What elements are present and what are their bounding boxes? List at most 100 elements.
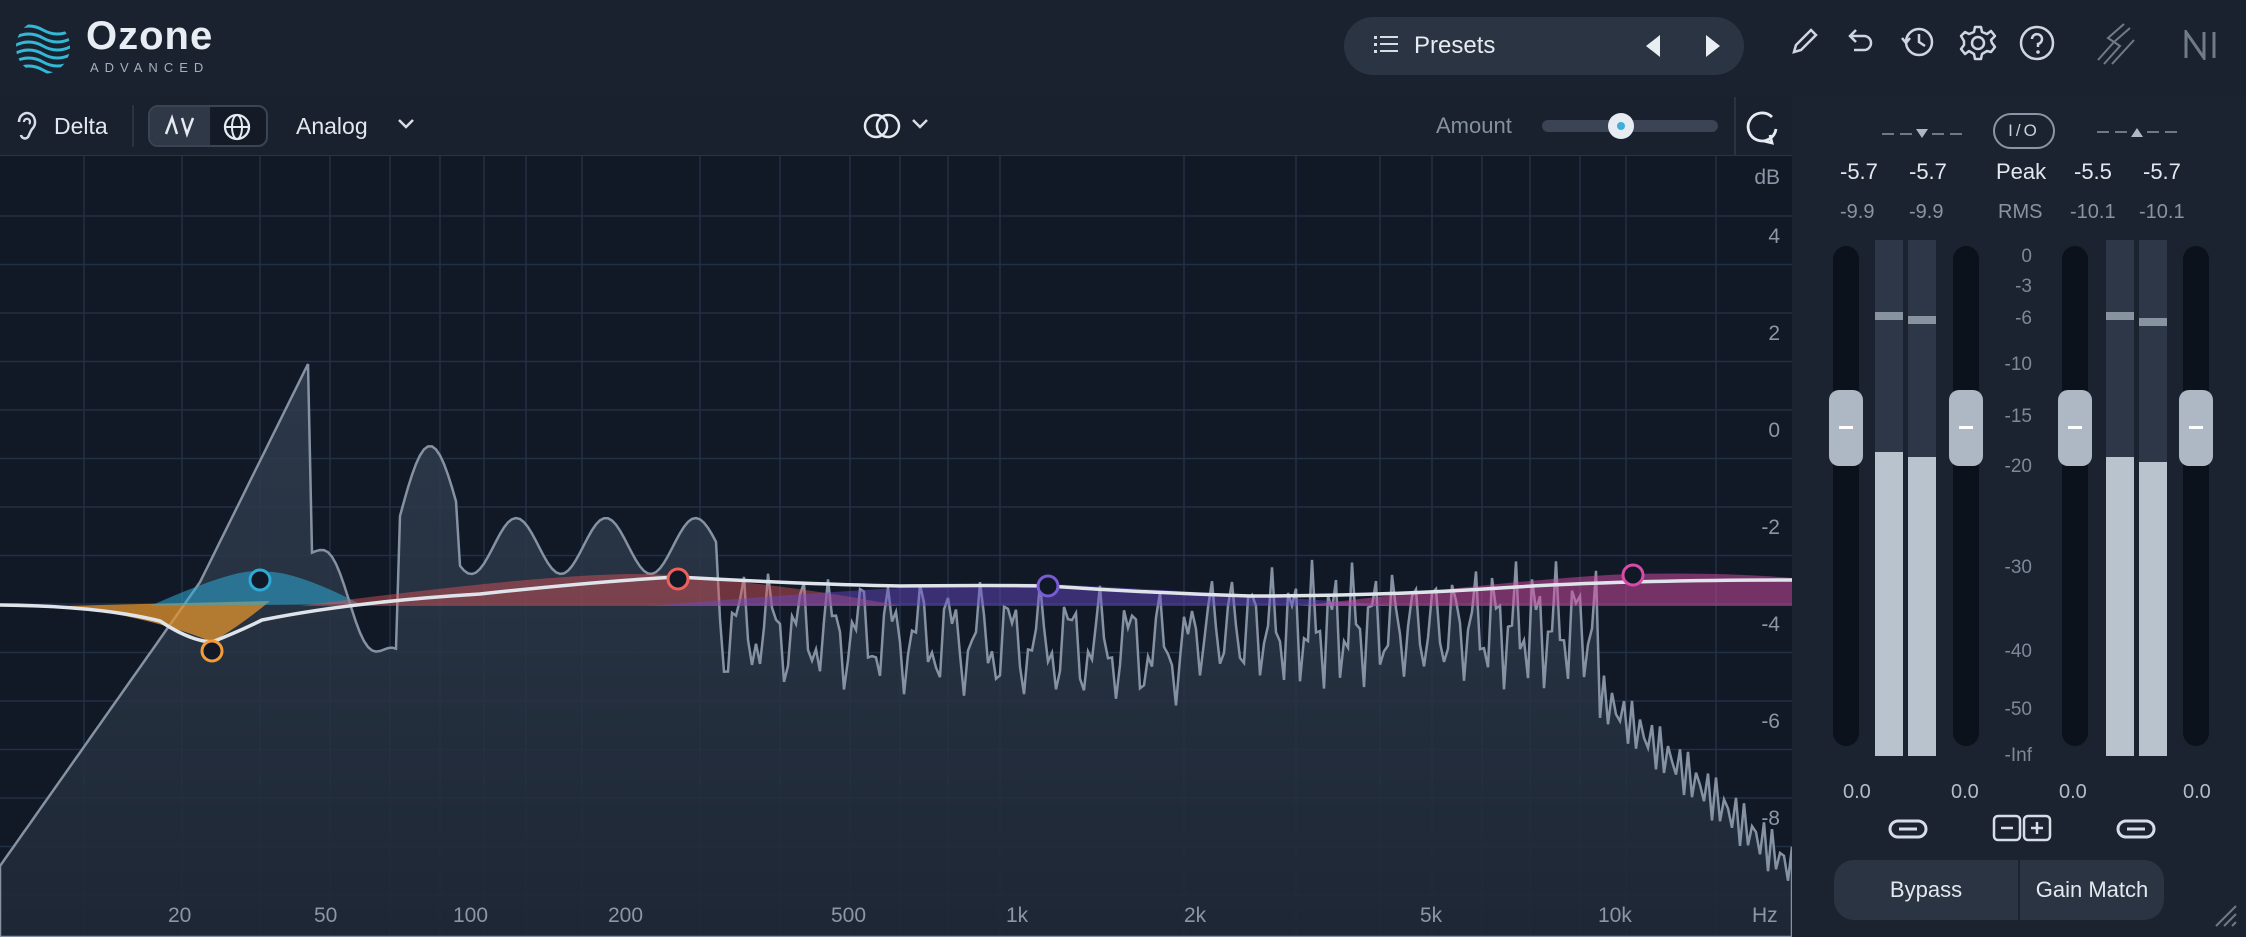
history-icon[interactable] [1900, 24, 1936, 60]
input-peak-right: -5.7 [1909, 159, 1947, 184]
output-level-meter-left [2106, 240, 2134, 756]
output-level-meter-right [2139, 240, 2167, 756]
offset-stepper-icon[interactable] [1992, 814, 2052, 842]
input-level-fill-left [1875, 451, 1903, 756]
io-button[interactable]: I/O [1993, 113, 2055, 149]
eq-node-band-1[interactable] [200, 639, 224, 663]
help-icon[interactable] [2018, 24, 2056, 62]
input-level-fill-right [1908, 456, 1936, 756]
meter-scale-tick: -15 [2004, 406, 2032, 427]
footer-buttons: Bypass Gain Match [1834, 860, 2164, 920]
eq-node-band-2[interactable] [248, 568, 272, 592]
stereo-link-icon[interactable] [862, 111, 904, 141]
eq-curve-mode[interactable] [150, 107, 210, 145]
freq-tick: 1k [1006, 904, 1029, 927]
meter-scale-tick: -40 [2004, 641, 2032, 662]
db-tick: -2 [1761, 516, 1780, 539]
output-rms-left: -10.1 [2070, 201, 2116, 223]
chevron-down-icon[interactable] [910, 117, 930, 131]
presets-bar[interactable]: Presets [1344, 17, 1744, 75]
izotope-logo-icon [2097, 23, 2135, 65]
output-peak-hold-left [2106, 312, 2134, 320]
module-toolbar: Delta Analog Amount [0, 97, 1792, 156]
spectrum-analyzer [0, 363, 1792, 937]
output-gain-fader-right[interactable] [2183, 246, 2209, 746]
db-tick: 0 [1768, 419, 1780, 442]
input-level-meter-left [1875, 240, 1903, 756]
meter-scale-tick: -30 [2004, 557, 2032, 578]
input-gain-fader-right-knob[interactable] [1949, 390, 1983, 466]
output-peak-left: -5.5 [2074, 159, 2112, 184]
resize-handle-icon[interactable] [2208, 898, 2238, 928]
rms-label: RMS [1998, 201, 2043, 223]
input-gain-fader-left-knob[interactable] [1829, 390, 1863, 466]
output-gain-right-value[interactable]: 0.0 [2183, 781, 2211, 804]
list-icon [1374, 36, 1398, 53]
eq-node-band-4[interactable] [1036, 574, 1060, 598]
divider [132, 105, 134, 147]
eq-node-band-3[interactable] [666, 567, 690, 591]
input-peak-left: -5.7 [1840, 159, 1878, 184]
input-gain-right-value[interactable]: 0.0 [1951, 781, 1979, 804]
freq-tick: 10k [1598, 904, 1632, 927]
pencil-icon[interactable] [1788, 24, 1822, 58]
output-level-fill-left [2106, 456, 2134, 756]
app-title: Ozone [86, 14, 214, 58]
output-level-fill-right [2139, 461, 2167, 756]
gain-match-button[interactable]: Gain Match [2020, 860, 2164, 920]
output-gain-fader-left-knob[interactable] [2058, 390, 2092, 466]
meter-scale-tick: -20 [2004, 456, 2032, 477]
bypass-button[interactable]: Bypass [1834, 860, 2018, 920]
mode-select[interactable]: Analog [296, 113, 368, 140]
output-peak-hold-right [2139, 318, 2167, 326]
view-mode-toggle[interactable] [148, 105, 268, 147]
freq-tick: 2k [1184, 904, 1207, 927]
db-unit-label: dB [1754, 166, 1780, 189]
freq-tick: 100 [453, 904, 489, 927]
globe-icon[interactable] [222, 112, 252, 142]
divider [1734, 97, 1736, 155]
ozone-logo-icon [16, 24, 70, 74]
meter-scale-tick: -10 [2004, 354, 2032, 375]
ni-logo-icon [2184, 30, 2216, 60]
input-peak-hold-right [1908, 316, 1936, 324]
previous-preset-icon[interactable] [1642, 33, 1666, 59]
hz-unit-label: Hz [1752, 904, 1778, 927]
output-gain-left-value[interactable]: 0.0 [2059, 781, 2087, 804]
undo-icon[interactable] [1842, 24, 1876, 58]
eq-curve-icon [164, 114, 195, 138]
output-meter-collapse-icon[interactable] [2097, 124, 2177, 140]
db-tick: 2 [1768, 322, 1780, 345]
meter-scale-tick: -Inf [2004, 745, 2032, 766]
amount-slider-thumb[interactable] [1608, 113, 1635, 139]
freq-tick: 20 [168, 904, 192, 927]
input-gain-fader-left[interactable] [1833, 246, 1859, 746]
eq-display[interactable]: dB 4 2 0 -2 -4 -6 -8 20 50 100 200 500 1… [0, 156, 1792, 937]
ear-icon[interactable] [14, 110, 40, 142]
amount-label: Amount [1436, 113, 1512, 138]
input-rms-right: -9.9 [1909, 201, 1944, 223]
freq-tick: 5k [1420, 904, 1443, 927]
app-edition: ADVANCED [90, 60, 210, 75]
output-gain-fader-left[interactable] [2062, 246, 2088, 746]
input-link-icon[interactable] [1887, 817, 1929, 841]
freq-tick: 200 [608, 904, 644, 927]
eq-graph [0, 156, 1792, 937]
output-link-icon[interactable] [2115, 817, 2157, 841]
db-tick: -6 [1761, 710, 1780, 733]
eq-node-band-5[interactable] [1621, 563, 1645, 587]
meter-scale-tick: 0 [2021, 246, 2032, 267]
input-gain-left-value[interactable]: 0.0 [1843, 781, 1871, 804]
input-meter-collapse-icon[interactable] [1882, 126, 1962, 142]
freq-tick: 500 [831, 904, 867, 927]
gear-icon[interactable] [1959, 24, 1997, 62]
db-tick: -4 [1761, 613, 1780, 636]
input-peak-hold-left [1875, 312, 1903, 320]
delta-button[interactable]: Delta [54, 113, 108, 140]
chevron-down-icon[interactable] [396, 117, 416, 131]
input-level-meter-right [1908, 240, 1936, 756]
next-preset-icon[interactable] [1700, 33, 1724, 59]
output-gain-fader-right-knob[interactable] [2179, 390, 2213, 466]
reset-icon[interactable] [1742, 107, 1782, 147]
presets-label[interactable]: Presets [1414, 32, 1495, 60]
